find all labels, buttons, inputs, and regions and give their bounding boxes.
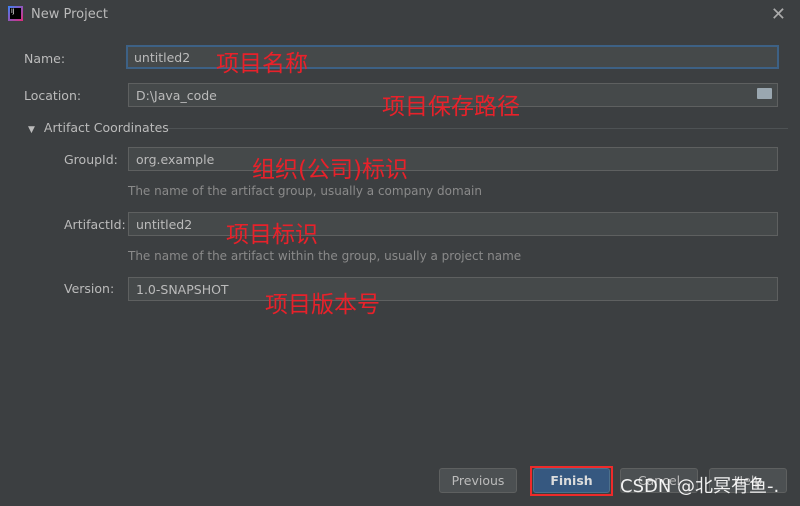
version-label: Version: [64,281,115,296]
close-icon[interactable]: ✕ [771,4,786,25]
groupid-hint: The name of the artifact group, usually … [128,184,482,198]
title-bar: IJ New Project ✕ [0,0,800,30]
location-label: Location: [24,88,82,103]
version-annotation: 项目版本号 [265,292,380,318]
version-input[interactable] [128,277,778,301]
groupid-annotation: 组织(公司)标识 [252,157,408,183]
watermark: CSDN @北冥有鱼-. [620,476,780,497]
name-label: Name: [24,51,66,66]
finish-highlight-box [530,466,613,496]
artifact-coordinates-section[interactable]: ▼ Artifact Coordinates [28,120,788,135]
artifactid-hint: The name of the artifact within the grou… [128,249,522,263]
artifactid-label: ArtifactId: [64,217,126,232]
intellij-icon: IJ [8,6,23,21]
name-annotation: 项目名称 [216,51,308,77]
previous-button[interactable]: Previous [439,468,517,493]
section-label: Artifact Coordinates [43,120,169,135]
triangle-down-icon[interactable]: ▼ [28,125,35,135]
groupid-label: GroupId: [64,152,118,167]
folder-icon[interactable] [757,88,772,99]
section-divider [168,128,788,129]
location-annotation: 项目保存路径 [382,94,520,120]
artifactid-annotation: 项目标识 [226,222,318,248]
groupid-input[interactable] [128,147,778,171]
window-title: New Project [31,7,108,22]
